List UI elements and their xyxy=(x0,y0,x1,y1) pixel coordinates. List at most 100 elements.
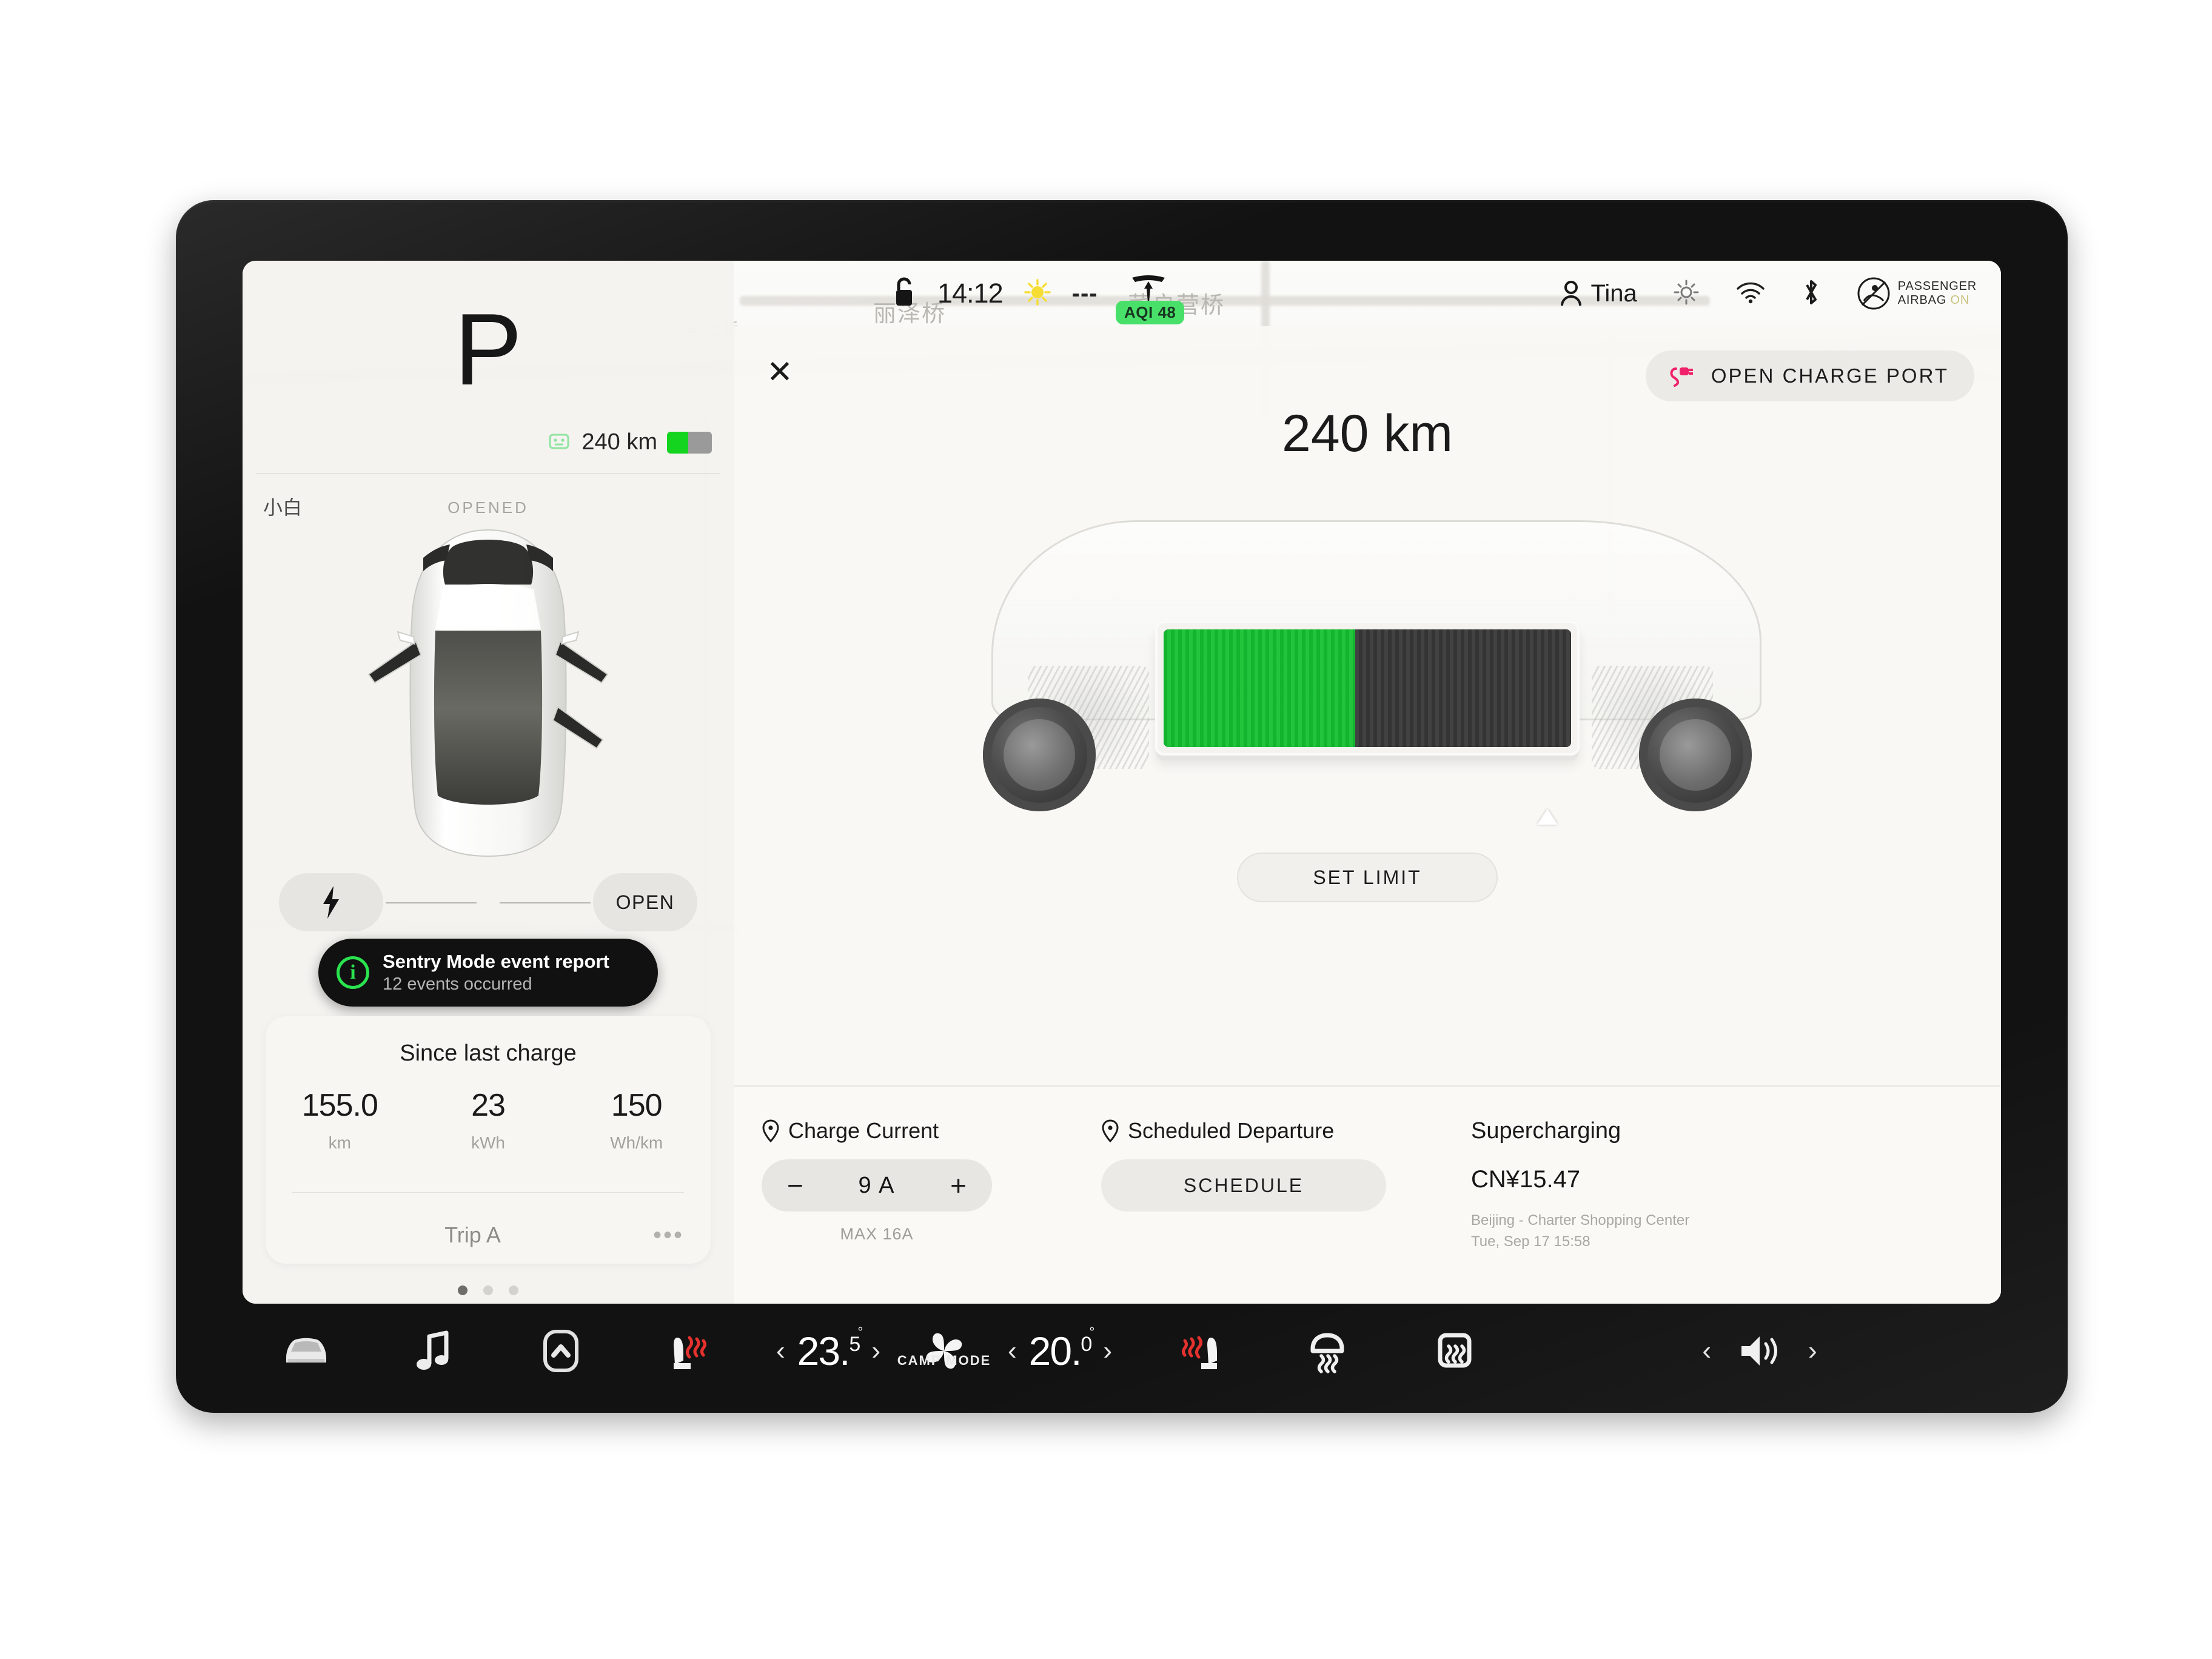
profile-name: Tina xyxy=(1590,280,1637,307)
passenger-temp-value: 20.0 ° xyxy=(1028,1324,1095,1373)
degree-symbol-left: ° xyxy=(857,1324,863,1339)
page-dot[interactable] xyxy=(458,1285,468,1295)
charge-settings-bar: Charge Current − 9 A + MAX 16A Scheduled… xyxy=(734,1085,2001,1304)
charge-current-label: Charge Current xyxy=(788,1118,939,1143)
rear-wheel xyxy=(1639,699,1752,811)
battery-charge-fill xyxy=(1164,629,1355,747)
front-wheel xyxy=(983,699,1096,811)
supercharging-section[interactable]: Supercharging CN¥15.47 Beijing - Charter… xyxy=(1471,1118,1973,1304)
set-limit-button[interactable]: SET LIMIT xyxy=(1237,853,1498,902)
info-circle-icon: i xyxy=(337,956,369,989)
sentry-mode-toast[interactable]: i Sentry Mode event report 12 events occ… xyxy=(318,939,658,1007)
car-icon[interactable] xyxy=(243,1332,370,1370)
speaker-icon[interactable] xyxy=(1737,1332,1783,1370)
location-pin-icon xyxy=(1102,1119,1119,1142)
trip-stat-value: 150 xyxy=(611,1088,663,1123)
gear-indicator: P xyxy=(454,292,523,406)
panel-divider xyxy=(256,473,720,474)
heated-seat-passenger-icon[interactable] xyxy=(1136,1329,1264,1373)
charge-leader-line xyxy=(386,902,477,903)
vehicle-status-label: OPENED xyxy=(447,498,529,517)
supercharging-title: Supercharging xyxy=(1471,1118,1621,1144)
front-defrost-icon[interactable] xyxy=(1264,1328,1391,1374)
page-indicator[interactable] xyxy=(458,1285,518,1295)
temp-decrease-left[interactable]: ‹ xyxy=(776,1338,785,1364)
supercharging-location: Beijing - Charter Shopping Center xyxy=(1471,1212,1690,1228)
location-pin-icon xyxy=(762,1119,779,1142)
music-note-icon[interactable] xyxy=(370,1329,497,1373)
page-dot[interactable] xyxy=(483,1285,493,1295)
charge-port-button[interactable] xyxy=(279,873,383,931)
trip-label[interactable]: Trip A xyxy=(292,1222,653,1248)
lightning-bolt-icon xyxy=(323,886,339,919)
page-dot[interactable] xyxy=(509,1285,518,1295)
decrease-current-button[interactable]: − xyxy=(787,1171,803,1199)
ellipsis-icon[interactable]: ••• xyxy=(653,1223,684,1247)
since-last-charge-card[interactable]: Since last charge 155.0 km 23 kWh 150 Wh/km T… xyxy=(266,1016,711,1264)
trip-card-title: Since last charge xyxy=(400,1041,577,1066)
trip-stats: 155.0 km 23 kWh 150 Wh/km xyxy=(266,1087,711,1153)
battery-empty-fill xyxy=(1355,629,1571,747)
supercharging-datetime: Tue, Sep 17 15:58 xyxy=(1471,1233,1590,1250)
fan-icon[interactable]: CAMP MODE xyxy=(880,1327,1008,1375)
tesla-touchscreen-device: 丽泽桥丰北桥菜户营桥高绣北营南 14:12 xyxy=(176,200,2068,1413)
scheduled-departure-section: Scheduled Departure SCHEDULE xyxy=(1101,1118,1471,1304)
tesla-top-view-icon[interactable] xyxy=(358,521,618,861)
driver-temperature-control[interactable]: ‹ 23.5 ° › xyxy=(776,1324,880,1374)
passenger-temperature-control[interactable]: ‹ 20.0 ° › xyxy=(1008,1324,1112,1374)
scheduled-departure-label: Scheduled Departure xyxy=(1128,1118,1335,1143)
driver-temp-value: 23.5 ° xyxy=(797,1324,863,1373)
unlocked-padlock-icon[interactable] xyxy=(891,276,917,311)
brightness-icon[interactable] xyxy=(1672,278,1700,309)
increase-current-button[interactable]: + xyxy=(950,1171,967,1199)
trip-stat: 23 kWh xyxy=(414,1087,563,1153)
trip-card-divider xyxy=(292,1192,684,1193)
temp-increase-left[interactable]: › xyxy=(871,1338,880,1364)
temp-decrease-right[interactable]: ‹ xyxy=(1008,1338,1017,1364)
camp-mode-label[interactable]: CAMP MODE xyxy=(897,1353,991,1369)
charge-range-readout: 240 km xyxy=(1281,404,1453,463)
trip-stat: 150 Wh/km xyxy=(562,1087,711,1153)
trip-stat: 155.0 km xyxy=(266,1087,414,1153)
volume-control[interactable]: ‹ › xyxy=(1518,1332,2001,1370)
charging-panel: ✕ OPEN CHARGE PORT 240 km SET LIMIT Char… xyxy=(734,326,2001,1304)
range-value: 240 km xyxy=(581,429,657,455)
car-status-panel: P 240 km 小白 OPENED OPEN i Sentry Mode ev… xyxy=(243,261,734,1304)
vehicle-chassis-battery-icon[interactable] xyxy=(919,508,1816,836)
bottom-app-bar: ‹ 23.5 ° › CAMP MODE ‹ 20.0 ° › ‹ › xyxy=(243,1305,2001,1397)
charge-cable-icon xyxy=(1670,367,1693,387)
battery-robot-icon xyxy=(549,434,569,449)
app-launcher-icon[interactable] xyxy=(497,1329,625,1373)
screen: 丽泽桥丰北桥菜户营桥高绣北营南 14:12 xyxy=(243,261,2001,1304)
rear-defrost-icon[interactable] xyxy=(1391,1328,1518,1374)
charge-current-section: Charge Current − 9 A + MAX 16A xyxy=(762,1118,1101,1304)
trip-stat-unit: km xyxy=(328,1133,351,1152)
temp-increase-right[interactable]: › xyxy=(1103,1338,1112,1364)
bluetooth-icon[interactable] xyxy=(1801,277,1822,310)
open-leader-line xyxy=(500,902,591,903)
trip-stat-unit: kWh xyxy=(471,1133,505,1152)
schedule-button[interactable]: SCHEDULE xyxy=(1101,1159,1386,1212)
toast-subtitle: 12 events occurred xyxy=(383,974,532,994)
close-icon[interactable]: ✕ xyxy=(760,353,799,392)
charge-limit-marker[interactable] xyxy=(1537,809,1558,825)
trip-stat-unit: Wh/km xyxy=(610,1133,663,1152)
battery-gauge xyxy=(667,431,712,454)
open-charge-port-label: OPEN CHARGE PORT xyxy=(1711,364,1949,387)
driver-temp-whole: 23 xyxy=(797,1329,840,1373)
map-label: 菜户营桥 xyxy=(1128,292,1225,318)
range-readout[interactable]: 240 km xyxy=(548,429,712,455)
trip-stat-value: 155.0 xyxy=(301,1088,378,1123)
open-charge-port-button[interactable]: OPEN CHARGE PORT xyxy=(1645,350,1974,401)
chevron-left-icon[interactable]: ‹ xyxy=(1702,1338,1711,1364)
supercharging-amount: CN¥15.47 xyxy=(1471,1166,1581,1193)
chevron-right-icon[interactable]: › xyxy=(1808,1338,1817,1364)
battery-pack xyxy=(1155,621,1580,756)
trip-stat-value: 23 xyxy=(471,1088,506,1123)
heated-seat-driver-icon[interactable] xyxy=(625,1329,752,1373)
charge-current-stepper[interactable]: − 9 A + xyxy=(762,1159,992,1212)
profile-button[interactable]: Tina xyxy=(1560,280,1637,307)
degree-symbol-right: ° xyxy=(1089,1324,1095,1339)
wifi-icon[interactable] xyxy=(1735,280,1766,307)
open-trunk-button[interactable]: OPEN xyxy=(593,873,697,931)
